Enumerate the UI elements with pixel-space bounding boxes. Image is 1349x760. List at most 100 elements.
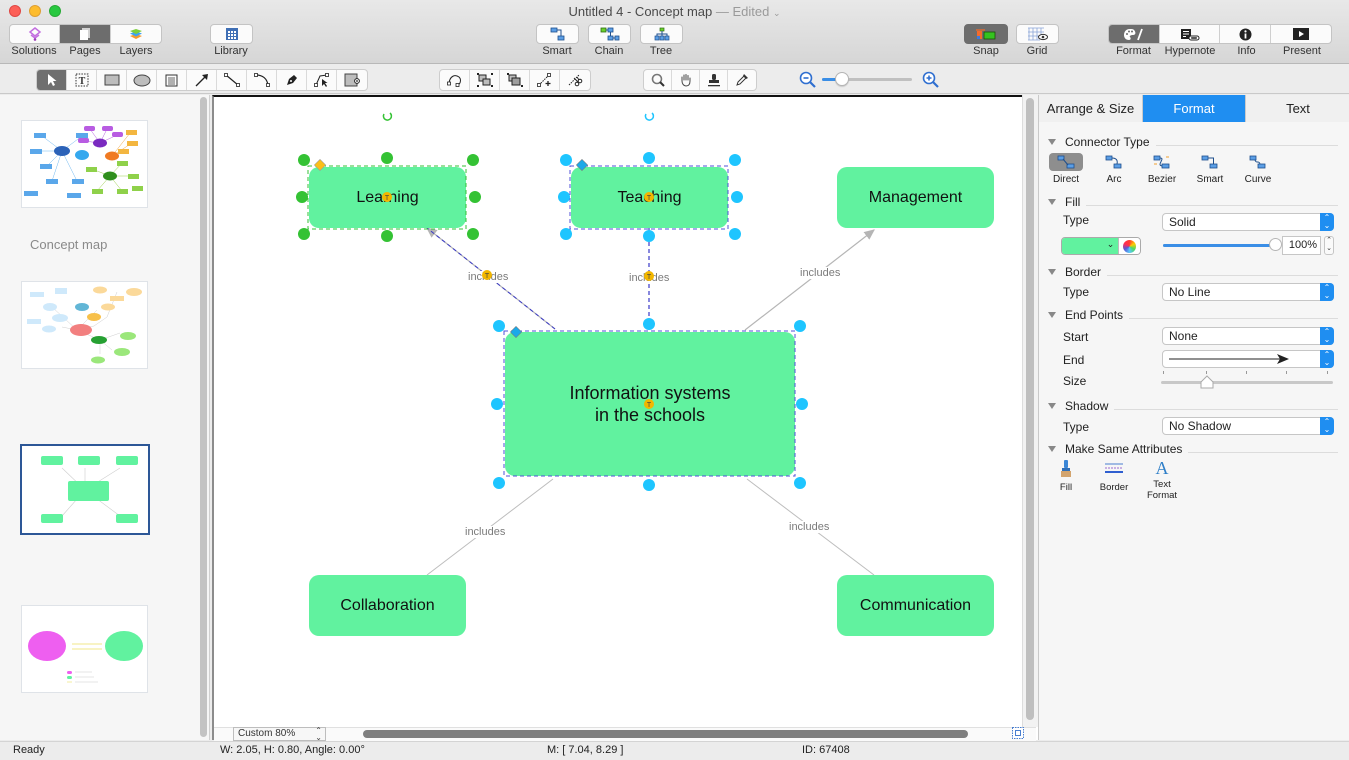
text-block-icon	[165, 74, 178, 86]
page-thumbnail-3[interactable]	[20, 444, 150, 535]
library-button[interactable]	[210, 24, 253, 44]
line-tool[interactable]	[217, 70, 247, 90]
connector-bezier-button[interactable]: Bezier	[1144, 153, 1180, 185]
rectangle-tool[interactable]	[97, 70, 127, 90]
zoom-tool[interactable]	[644, 70, 672, 90]
node-teaching[interactable]: Teaching	[571, 167, 728, 228]
fill-type-select[interactable]: Solid ⌃ ⌄	[1162, 213, 1334, 231]
select-stepper-icon: ⌃ ⌄	[1320, 327, 1334, 345]
node-center[interactable]: Information systems in the schools	[505, 332, 795, 476]
edge-label-learning[interactable]: includes	[467, 271, 510, 283]
color-picker-button[interactable]	[1118, 238, 1140, 254]
make-same-text-format-button[interactable]: A Text Format	[1142, 458, 1182, 501]
smart-button[interactable]	[536, 24, 579, 44]
node-management[interactable]: Management	[837, 167, 994, 228]
zoom-in-button[interactable]	[922, 71, 940, 92]
edge-label-collaboration[interactable]: includes	[464, 526, 507, 538]
ellipse-tool[interactable]	[127, 70, 157, 90]
end-point-size-slider[interactable]	[1161, 375, 1333, 389]
connector-management[interactable]	[744, 229, 875, 331]
edge-label-communication[interactable]: includes	[788, 521, 831, 533]
make-same-border-button[interactable]: Border	[1094, 460, 1134, 493]
canvas-vertical-scrollbar[interactable]	[1026, 98, 1034, 720]
node-learning[interactable]: Learning	[309, 167, 466, 228]
page-thumbnail-1[interactable]	[21, 120, 148, 208]
fill-opacity-slider[interactable]	[1163, 238, 1282, 251]
zoom-out-button[interactable]	[799, 71, 817, 92]
tab-text[interactable]: Text	[1246, 95, 1349, 122]
connector-type-section[interactable]: Connector Type	[1048, 135, 1338, 149]
connector-direct-button[interactable]: Direct	[1048, 153, 1084, 185]
node-communication[interactable]: Communication	[837, 575, 994, 636]
zoom-slider-knob[interactable]	[834, 72, 849, 86]
add-point-tool[interactable]	[530, 70, 560, 90]
fill-color-swatch[interactable]: ⌄	[1062, 238, 1119, 254]
chain-button[interactable]	[588, 24, 631, 44]
pages-panel-scrollbar[interactable]	[200, 97, 207, 737]
node-management-label: Management	[868, 188, 963, 206]
hypernote-button[interactable]	[1160, 25, 1220, 43]
bezier-edit-tool[interactable]	[307, 70, 337, 90]
solutions-button[interactable]	[10, 25, 60, 43]
pen-tool[interactable]	[277, 70, 307, 90]
shadow-section[interactable]: Shadow	[1048, 399, 1338, 413]
direct-connector-icon	[1057, 155, 1075, 169]
snap-button[interactable]	[964, 24, 1008, 44]
section-divider	[1129, 317, 1338, 319]
zoom-level-select[interactable]: Custom 80% ⌃ ⌄	[233, 727, 326, 742]
spline-icon	[446, 75, 461, 87]
page-thumbnail-2[interactable]	[21, 281, 148, 369]
disclosure-triangle-icon	[1048, 199, 1056, 205]
fill-section[interactable]: Fill	[1048, 195, 1338, 209]
spline-tool[interactable]	[440, 70, 470, 90]
layers-button[interactable]	[111, 25, 161, 43]
edge-label-teaching[interactable]: includes	[628, 272, 671, 284]
node-learning-label: Learning	[356, 188, 419, 206]
canvas-horizontal-scrollbar[interactable]	[363, 730, 968, 738]
border-type-select[interactable]: No Line ⌃ ⌄	[1162, 283, 1334, 301]
tab-format[interactable]: Format	[1143, 95, 1246, 122]
arc-connector-icon	[1105, 155, 1122, 169]
connector-smart-button[interactable]: Smart	[1192, 153, 1228, 185]
tab-arrange-size[interactable]: Arrange & Size	[1039, 95, 1143, 122]
container-tool[interactable]	[337, 70, 367, 90]
stamp-tool[interactable]	[700, 70, 728, 90]
eyedropper-tool[interactable]	[728, 70, 756, 90]
make-same-section[interactable]: Make Same Attributes	[1048, 442, 1338, 456]
window-title[interactable]: Untitled 4 - Concept map — Edited ⌄	[0, 4, 1349, 19]
end-label: End	[1063, 353, 1085, 367]
connector-curve-button[interactable]: Curve	[1240, 153, 1276, 185]
present-button[interactable]	[1271, 25, 1331, 43]
zoom-slider[interactable]	[822, 72, 912, 86]
connector-arc-button[interactable]: Arc	[1096, 153, 1132, 185]
eyedropper-icon	[736, 74, 748, 86]
text-box-tool[interactable]: T	[67, 70, 97, 90]
grid-button[interactable]	[1016, 24, 1059, 44]
pages-button[interactable]	[60, 25, 111, 43]
node-collaboration[interactable]: Collaboration	[309, 575, 466, 636]
group-tool[interactable]	[470, 70, 500, 90]
arrow-tool[interactable]	[187, 70, 217, 90]
info-button[interactable]	[1220, 25, 1271, 43]
start-point-select[interactable]: None ⌃ ⌄	[1162, 327, 1334, 345]
fill-color-well[interactable]: ⌄	[1061, 237, 1141, 255]
tree-button[interactable]	[640, 24, 683, 44]
fill-opacity-knob[interactable]	[1269, 238, 1282, 251]
text-block-tool[interactable]	[157, 70, 187, 90]
border-section[interactable]: Border	[1048, 265, 1338, 279]
end-points-section[interactable]: End Points	[1048, 308, 1338, 322]
pan-tool[interactable]	[672, 70, 700, 90]
fill-opacity-field[interactable]: 100%	[1282, 236, 1321, 255]
shadow-type-select[interactable]: No Shadow ⌃ ⌄	[1162, 417, 1334, 435]
fit-page-button[interactable]	[1012, 727, 1024, 739]
cut-connector-tool[interactable]	[560, 70, 590, 90]
arc-tool[interactable]	[247, 70, 277, 90]
make-same-fill-button[interactable]: Fill	[1046, 460, 1086, 493]
fill-opacity-stepper[interactable]: ⌃ ⌄	[1324, 236, 1334, 255]
select-tool[interactable]	[37, 70, 67, 90]
ungroup-tool[interactable]	[500, 70, 530, 90]
format-button[interactable]	[1109, 25, 1160, 43]
edge-label-management[interactable]: includes	[799, 267, 842, 279]
page-thumbnail-4[interactable]	[21, 605, 148, 693]
end-point-select[interactable]: ⌃ ⌄	[1162, 350, 1334, 368]
